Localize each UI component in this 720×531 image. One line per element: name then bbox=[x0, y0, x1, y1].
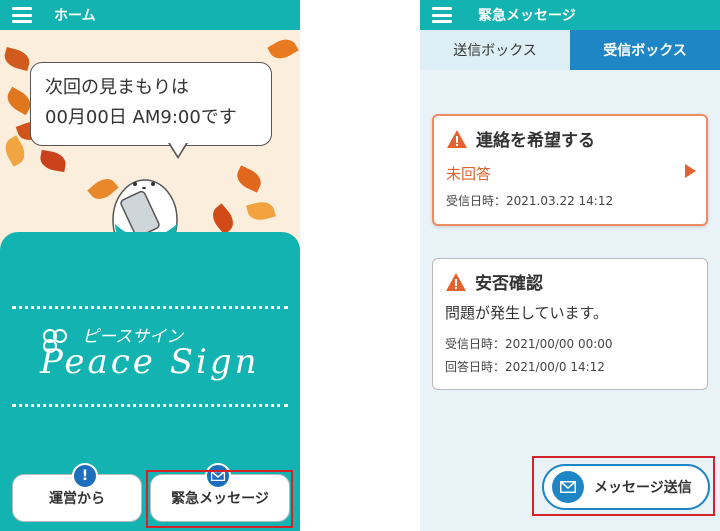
box-tabs: 送信ボックス 受信ボックス bbox=[420, 30, 720, 70]
card-heading: 連絡を希望する bbox=[476, 131, 595, 151]
play-arrow-icon[interactable] bbox=[685, 164, 696, 178]
leaf-icon bbox=[0, 135, 30, 167]
status-text: 未回答 bbox=[446, 165, 492, 183]
logo-text: Peace Sign bbox=[40, 342, 260, 382]
card-heading: 安否確認 bbox=[475, 274, 543, 294]
card-body: 問題が発生しています。 bbox=[445, 304, 609, 322]
warning-icon bbox=[447, 129, 467, 148]
tab-inbox[interactable]: 受信ボックス bbox=[570, 30, 720, 70]
warning-icon bbox=[446, 272, 466, 291]
leaf-icon bbox=[233, 165, 265, 193]
message-card[interactable]: 連絡を希望する 未回答 受信日時：2021.03.22 14:12 bbox=[432, 114, 708, 226]
next-watch-text: 次回の見まもりは 00月00日 AM9:00です bbox=[45, 77, 237, 128]
home-screen: ホーム 次回の見まもりは 00月00日 AM9:00です ピースサイン Peac… bbox=[0, 0, 300, 531]
next-watch-bubble: 次回の見まもりは 00月00日 AM9:00です bbox=[30, 62, 272, 146]
emergency-screen: 緊急メッセージ 送信ボックス 受信ボックス 連絡を希望する 未回答 受信日時：2… bbox=[420, 0, 720, 531]
mail-icon bbox=[205, 463, 231, 489]
emergency-header: 緊急メッセージ bbox=[420, 0, 720, 30]
info-icon: ! bbox=[72, 463, 98, 489]
leaf-icon bbox=[267, 34, 299, 64]
divider-dots bbox=[12, 306, 288, 309]
leaf-icon bbox=[2, 46, 32, 72]
received-datetime: 受信日時：2021.03.22 14:12 bbox=[446, 194, 614, 208]
menu-icon[interactable] bbox=[432, 7, 452, 23]
answered-datetime: 回答日時：2021/00/0 14:12 bbox=[445, 360, 605, 374]
home-title: ホーム bbox=[54, 8, 96, 24]
leaf-icon bbox=[38, 149, 68, 173]
bubble-tail-inner bbox=[170, 143, 186, 156]
leaf-icon bbox=[207, 203, 239, 235]
tab-sent-box[interactable]: 送信ボックス bbox=[420, 30, 570, 70]
ops-button-label: 運営から bbox=[49, 491, 105, 507]
send-message-button[interactable]: メッセージ送信 bbox=[542, 464, 710, 510]
divider-dots bbox=[12, 404, 288, 407]
leaf-icon bbox=[246, 198, 276, 224]
send-button-label: メッセージ送信 bbox=[594, 480, 692, 496]
home-header: ホーム bbox=[0, 0, 300, 30]
received-datetime: 受信日時：2021/00/00 00:00 bbox=[445, 337, 613, 351]
menu-icon[interactable] bbox=[12, 7, 32, 23]
message-card[interactable]: 安否確認 問題が発生しています。 受信日時：2021/00/00 00:00 回… bbox=[432, 258, 708, 390]
emergency-title: 緊急メッセージ bbox=[478, 8, 576, 24]
mail-icon bbox=[552, 471, 584, 503]
emergency-button-label: 緊急メッセージ bbox=[171, 491, 269, 507]
